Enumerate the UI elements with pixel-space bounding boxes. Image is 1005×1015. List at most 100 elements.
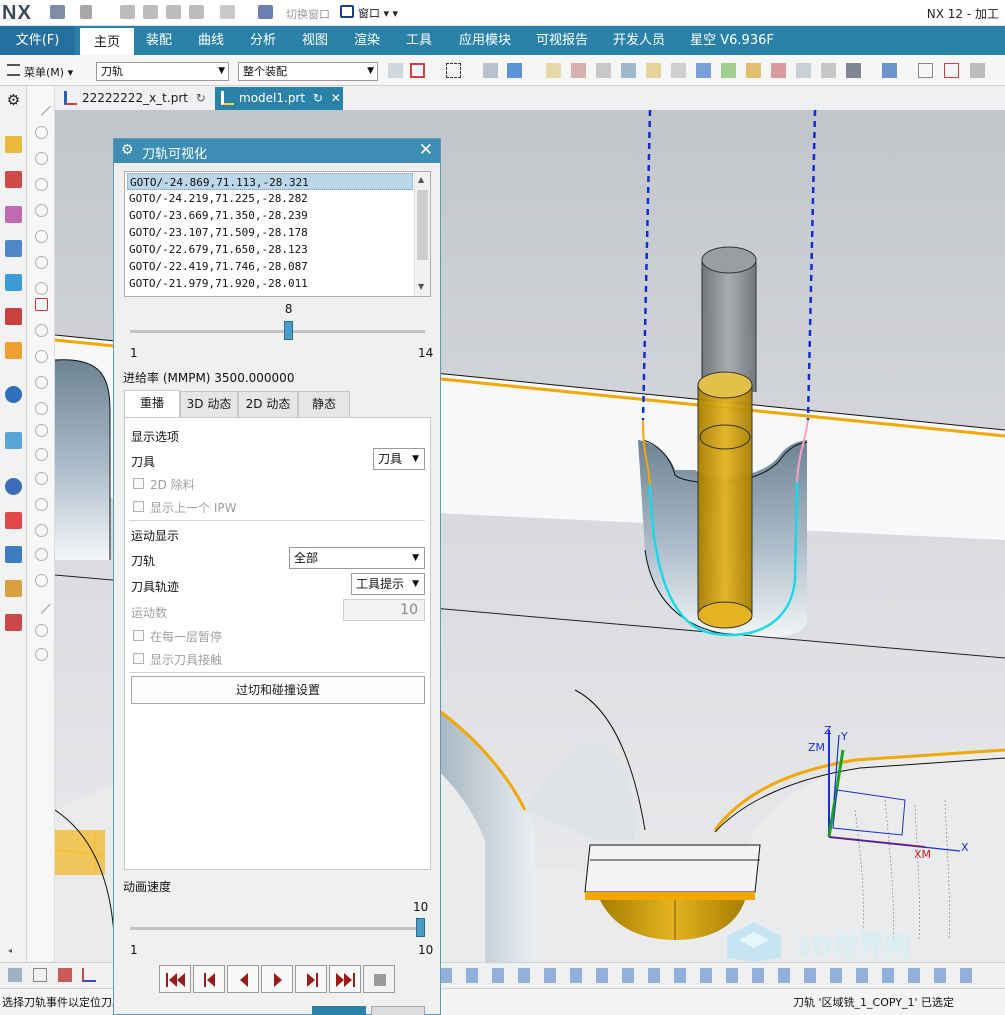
listbox-scrollbar[interactable]: ▲ ▼ — [414, 172, 430, 296]
goto-item[interactable]: GOTO/-24.869,71.113,-28.321 — [127, 173, 413, 190]
step-forward-button[interactable] — [295, 965, 327, 993]
toolpath-select[interactable]: 全部 ▼ — [289, 547, 425, 569]
gouge-collision-settings-button[interactable]: 过切和碰撞设置 — [131, 676, 425, 704]
reuse-library-icon[interactable] — [5, 342, 22, 359]
offset-icon[interactable] — [35, 282, 48, 295]
anim-speed-thumb[interactable] — [416, 918, 425, 937]
arc-2-icon[interactable] — [35, 624, 48, 637]
snap-point-icon[interactable] — [8, 968, 22, 982]
tab-home[interactable]: 主页 — [80, 26, 134, 55]
cross-icon[interactable] — [35, 178, 48, 191]
spline-icon[interactable] — [35, 204, 48, 217]
step-slider-track[interactable] — [130, 330, 425, 333]
tab-tools[interactable]: 工具 — [398, 26, 440, 55]
tab-static[interactable]: 静态 — [298, 391, 350, 417]
goto-item[interactable]: GOTO/-23.669,71.350,-28.239 — [127, 207, 413, 224]
circle-4-icon[interactable] — [35, 498, 48, 511]
tab-visual-report[interactable]: 可视报告 — [528, 26, 596, 55]
chk-2d-removal[interactable] — [133, 478, 144, 489]
circle-6-icon[interactable] — [35, 548, 48, 561]
geometry-icon[interactable] — [796, 63, 811, 78]
clipping-icon[interactable] — [970, 63, 985, 78]
undo-icon[interactable] — [80, 5, 92, 19]
save-icon[interactable] — [50, 5, 65, 19]
goto-item[interactable]: GOTO/-21.979,71.920,-28.011 — [127, 275, 413, 292]
tab-developer[interactable]: 开发人员 — [604, 26, 674, 55]
postprocess-icon[interactable] — [696, 63, 711, 78]
anim-speed-track[interactable] — [130, 927, 425, 930]
tool-display-select[interactable]: 刀具 ▼ — [373, 448, 425, 470]
selection-scope-select[interactable]: 整个装配 ▼ — [238, 62, 378, 81]
zoom-icon[interactable] — [944, 63, 959, 78]
generate-toolpath-icon[interactable] — [571, 63, 586, 78]
scroll-down-icon[interactable]: ▼ — [418, 282, 424, 291]
circle-3-icon[interactable] — [35, 472, 48, 485]
close-icon[interactable]: ✕ — [419, 140, 433, 160]
stop-button[interactable] — [363, 965, 395, 993]
trim-icon[interactable] — [35, 376, 48, 389]
view-orient-icon[interactable] — [882, 63, 897, 78]
collapse-arrow-icon[interactable]: ◂ — [8, 946, 12, 955]
play-button[interactable] — [261, 965, 293, 993]
tab-2d-dynamic[interactable]: 2D 动态 — [238, 391, 298, 417]
general-selection-icon[interactable] — [410, 63, 425, 78]
tab-analysis[interactable]: 分析 — [242, 26, 284, 55]
rectangle-select-icon[interactable] — [446, 63, 461, 78]
step-slider-thumb[interactable] — [283, 321, 293, 340]
ellipse-icon[interactable] — [35, 230, 48, 243]
type-filter-select[interactable]: 刀轨 ▼ — [96, 62, 229, 81]
geometry-navigator-icon[interactable] — [5, 206, 22, 223]
cancel-button[interactable] — [371, 1006, 425, 1015]
play-reverse-button[interactable] — [227, 965, 259, 993]
operation-navigator-icon[interactable] — [5, 136, 22, 153]
clock-icon[interactable] — [5, 478, 22, 495]
tab-assembly[interactable]: 装配 — [138, 26, 180, 55]
circle-5-icon[interactable] — [35, 524, 48, 537]
circle-2-icon[interactable] — [35, 448, 48, 461]
line-icon[interactable] — [32, 97, 51, 116]
fast-forward-button[interactable] — [329, 965, 361, 993]
simulate-icon[interactable] — [721, 63, 736, 78]
part-navigator-icon[interactable] — [5, 240, 22, 257]
tab-view[interactable]: 视图 — [294, 26, 336, 55]
palette-icon[interactable] — [5, 614, 22, 631]
tool-icon[interactable] — [821, 63, 836, 78]
roles-icon[interactable] — [5, 546, 22, 563]
doc-tab-22222222[interactable]: 22222222_x_t.prt ↻ — [58, 87, 213, 110]
fit-icon[interactable] — [918, 63, 933, 78]
circle-icon[interactable] — [35, 424, 48, 437]
visual-report-icon[interactable] — [5, 512, 22, 529]
scroll-thumb[interactable] — [417, 190, 428, 260]
line-2-icon[interactable] — [32, 595, 51, 614]
constraint-navigator-icon[interactable] — [5, 308, 22, 325]
dialog-header[interactable]: ⚙ 刀轨可视化 ✕ — [114, 139, 440, 163]
midpoint-icon[interactable] — [58, 968, 72, 982]
goto-item[interactable]: GOTO/-23.107,71.509,-28.178 — [127, 224, 413, 241]
select-body-icon[interactable] — [507, 63, 522, 78]
chk-pause-each-layer[interactable] — [133, 630, 144, 641]
rewind-to-start-button[interactable] — [159, 965, 191, 993]
goto-item[interactable]: GOTO/-22.419,71.746,-28.087 — [127, 258, 413, 275]
circle-7-icon[interactable] — [35, 574, 48, 587]
paste-icon[interactable] — [166, 5, 181, 19]
transform-icon[interactable] — [189, 5, 204, 19]
history-icon[interactable] — [5, 432, 22, 449]
replay-toolpath-icon[interactable] — [596, 63, 611, 78]
chk-prev-ipw[interactable] — [133, 501, 144, 512]
shop-doc-icon[interactable] — [671, 63, 686, 78]
list-toolpath-icon[interactable] — [646, 63, 661, 78]
refresh-icon[interactable]: ↻ — [196, 91, 206, 105]
snap-options-icons[interactable] — [440, 968, 980, 983]
goto-listbox[interactable]: GOTO/-24.869,71.113,-28.321 GOTO/-24.219… — [124, 171, 431, 297]
extend-icon[interactable] — [35, 402, 48, 415]
machine-navigator-icon[interactable] — [5, 171, 22, 188]
feeds-icon[interactable] — [746, 63, 761, 78]
gear-icon[interactable]: ⚙ — [5, 92, 22, 109]
snap-icon[interactable] — [388, 63, 403, 78]
arc-icon[interactable] — [35, 126, 48, 139]
assembly-navigator-icon[interactable] — [5, 274, 22, 291]
select-face-icon[interactable] — [483, 63, 498, 78]
doc-tab-model1[interactable]: model1.prt ↻ ✕ — [215, 87, 343, 110]
file-menu-tab[interactable]: 文件(F) — [0, 26, 75, 55]
close-icon[interactable]: ✕ — [331, 91, 341, 105]
